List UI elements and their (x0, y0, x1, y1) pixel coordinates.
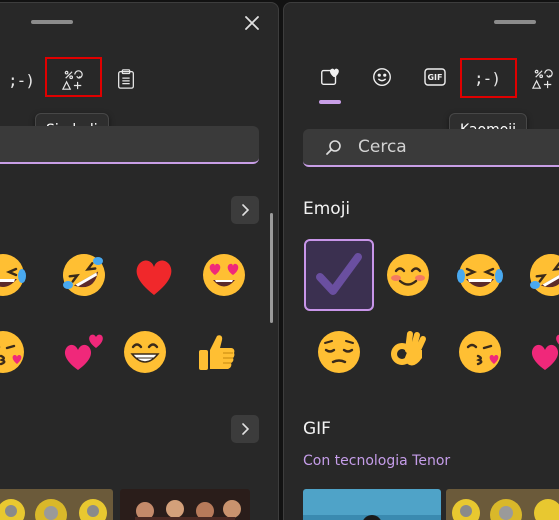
scroll-right-button[interactable] (231, 196, 259, 224)
beaming-face-icon (124, 331, 166, 373)
thumbs-up-icon (199, 335, 235, 370)
emoji-beaming-face[interactable] (121, 328, 169, 376)
close-icon[interactable] (242, 13, 262, 33)
emoji-face-blowing-kiss[interactable] (456, 328, 504, 376)
emoji-ok-hand[interactable] (386, 328, 434, 376)
search-icon (326, 140, 341, 155)
emoji-grinning-squinting-face[interactable] (0, 251, 27, 299)
minions-gif-image (0, 489, 113, 520)
emoji-thumbs-up[interactable] (193, 328, 241, 376)
highlight-box-kaomoji (460, 58, 517, 98)
emoji-section-title: Emoji (303, 199, 351, 219)
tab-clipboard[interactable] (114, 65, 138, 93)
emoji-two-hearts[interactable] (60, 328, 108, 376)
tab-favorites[interactable] (317, 64, 343, 90)
grinning-squinting-face-icon (457, 254, 503, 296)
emoji-check-mark[interactable] (315, 251, 363, 299)
active-tab-indicator (319, 100, 341, 104)
red-heart-icon (136, 260, 172, 295)
tab-kaomoji[interactable]: ;-) (7, 67, 35, 93)
gif-tab-label: GIF (427, 72, 443, 82)
pensive-face-icon (318, 331, 360, 373)
emoji-pensive-face[interactable] (315, 328, 363, 376)
clipboard-icon (118, 69, 134, 89)
tab-gif[interactable]: GIF (424, 66, 446, 88)
emoji-grinning-squinting-face[interactable] (456, 251, 504, 299)
party-gif-image (120, 489, 250, 520)
emoji-two-hearts[interactable] (527, 328, 559, 376)
face-blowing-kiss-icon (0, 331, 24, 373)
chevron-right-icon (242, 423, 250, 435)
two-hearts-icon (531, 334, 559, 370)
kaomoji-tab-label: ;-) (8, 70, 35, 90)
search-input[interactable] (0, 126, 259, 164)
highlight-box-symbols (45, 57, 102, 97)
two-hearts-icon (64, 334, 103, 370)
check-mark-icon (316, 253, 362, 295)
emoji-red-heart[interactable] (130, 253, 178, 301)
gif-thumbnail[interactable] (303, 489, 441, 520)
drag-handle[interactable] (31, 20, 73, 24)
smiling-face-icon (387, 254, 429, 296)
drag-handle[interactable] (494, 20, 536, 24)
emoji-face-blowing-kiss[interactable] (0, 328, 27, 376)
search-placeholder: Cerca (358, 137, 407, 157)
scroll-right-button-2[interactable] (231, 415, 259, 443)
rolling-on-floor-laughing-icon (63, 254, 105, 296)
emoji-rolling-on-floor-laughing[interactable] (527, 251, 559, 299)
emoji-panel-right: GIF ;-) Kaomoji Cerca Emoji (283, 2, 559, 520)
ok-hand-icon (391, 331, 426, 366)
emoji-smiling-face[interactable] (384, 251, 432, 299)
tab-symbols[interactable] (531, 65, 555, 93)
favorites-icon (321, 68, 339, 86)
heart-eyes-face-icon (203, 254, 245, 296)
minions-gif-image (446, 489, 559, 520)
search-input[interactable]: Cerca (303, 129, 559, 167)
emoji-panel-left: ;-) Simboli (0, 2, 279, 520)
sky-gif-image (303, 489, 441, 520)
gif-thumbnail[interactable] (120, 489, 250, 520)
gif-thumbnail[interactable] (446, 489, 559, 520)
tab-emoji[interactable] (370, 65, 394, 89)
gif-section-title: GIF (303, 419, 331, 439)
grinning-squinting-face-icon (0, 254, 26, 296)
emoji-smiling-face-with-heart-eyes[interactable] (200, 251, 248, 299)
tenor-powered-by[interactable]: Con tecnologia Tenor (303, 453, 450, 469)
rolling-on-floor-laughing-icon (530, 254, 559, 296)
symbols-icon (532, 69, 553, 89)
emoji-rolling-on-floor-laughing[interactable] (60, 251, 108, 299)
scrollbar-thumb[interactable] (270, 213, 273, 323)
smiley-icon (373, 68, 391, 86)
chevron-right-icon (242, 204, 250, 216)
gif-thumbnail[interactable] (0, 489, 113, 520)
face-blowing-kiss-icon (459, 331, 501, 373)
